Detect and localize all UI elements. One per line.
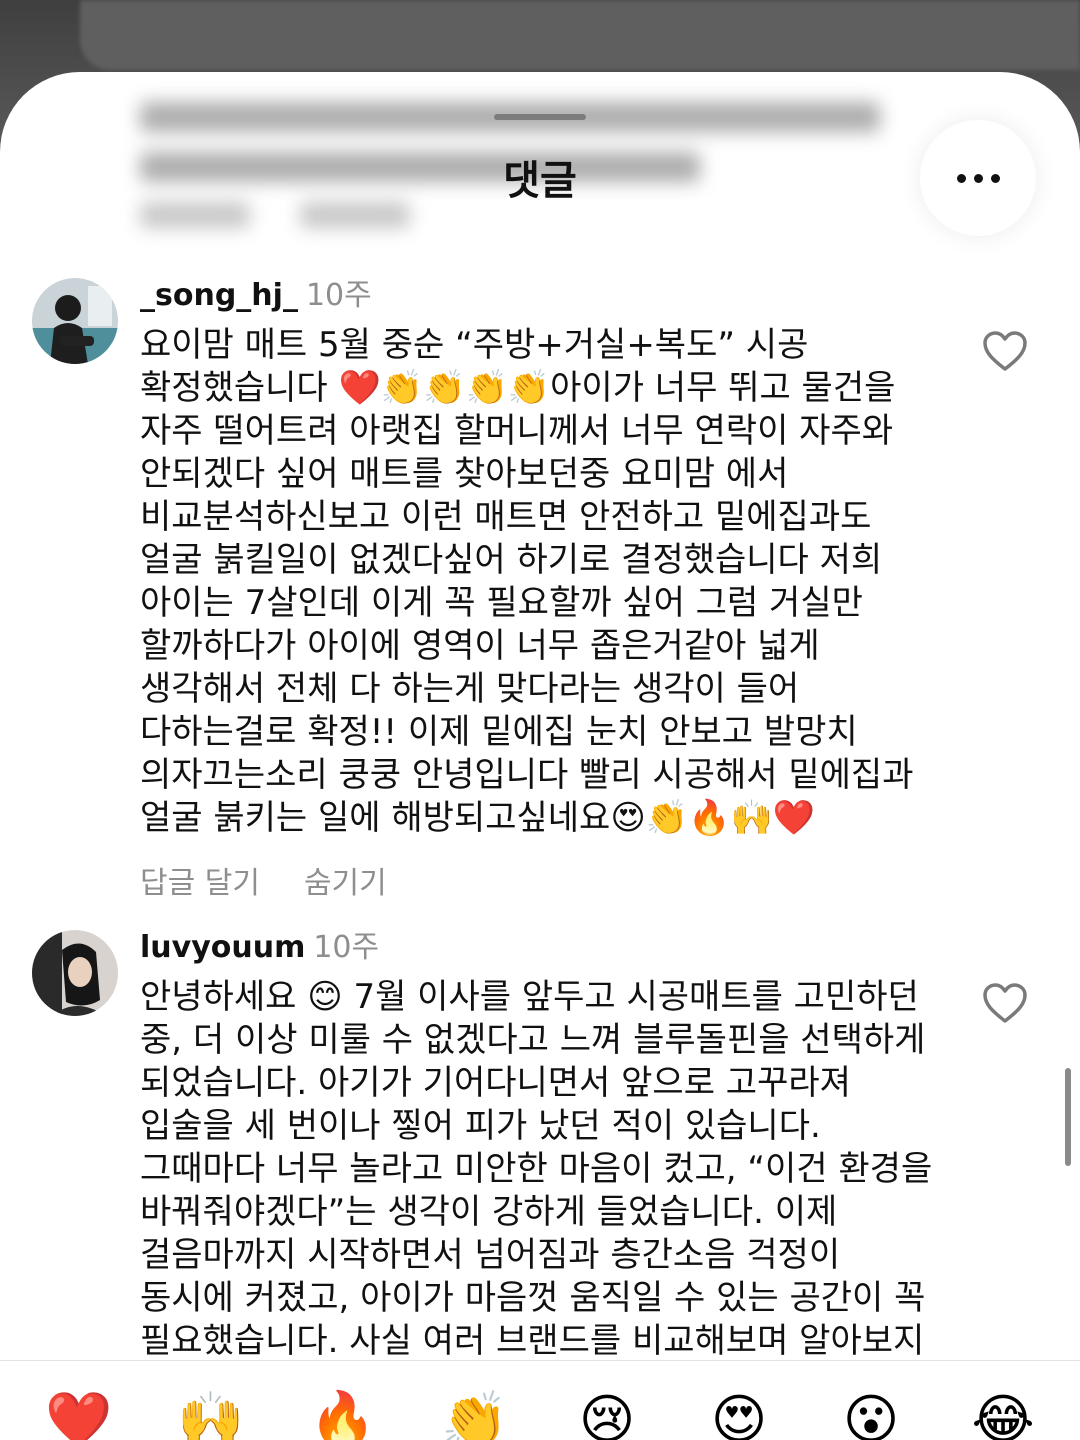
background-shape [80, 0, 1080, 70]
sheet-drag-handle[interactable] [494, 114, 586, 120]
heart-outline-icon [983, 983, 1027, 1023]
emoji-clap-button[interactable]: 👏 [440, 1385, 510, 1440]
comments-sheet: 댓글 _song_hj_ 10주 요이맘 매트 5월 중순 “주방+거실+복도” … [0, 72, 1080, 1440]
more-options-button[interactable] [920, 120, 1036, 236]
more-horizontal-icon [956, 173, 1000, 183]
emoji-crying-button[interactable]: 😢 [572, 1385, 642, 1440]
emoji-heart-button[interactable]: ❤️ [44, 1385, 114, 1440]
emoji-surprised-button[interactable]: 😮 [836, 1385, 906, 1440]
like-button[interactable] [982, 982, 1028, 1024]
hide-button[interactable]: 숨기기 [304, 866, 387, 901]
emoji-raised-hands-button[interactable]: 🙌 [176, 1385, 246, 1440]
emoji-laughing-button[interactable]: 😂 [968, 1385, 1038, 1440]
comment-text: 요이맘 매트 5월 중순 “주방+거실+복도” 시공 확정했습니다 ❤️👏👏👏👏… [140, 325, 925, 838]
reply-button[interactable]: 답글 달기 [140, 866, 260, 901]
emoji-heart-eyes-button[interactable]: 😍 [704, 1385, 774, 1440]
scrollbar[interactable] [1065, 1068, 1071, 1166]
like-button[interactable] [982, 330, 1028, 372]
comment-username[interactable]: _song_hj_ [140, 278, 298, 313]
comment-time: 10주 [313, 930, 380, 965]
avatar[interactable] [32, 930, 118, 1016]
comment-time: 10주 [305, 278, 372, 313]
comment-text: 안녕하세요 😊 7월 이사를 앞두고 시공매트를 고민하던 중, 더 이상 미룰… [140, 977, 944, 1361]
heart-outline-icon [983, 331, 1027, 371]
emoji-fire-button[interactable]: 🔥 [308, 1385, 378, 1440]
comment-username[interactable]: luvyouum [140, 930, 305, 965]
avatar[interactable] [32, 278, 118, 364]
sheet-title: 댓글 [503, 158, 577, 204]
emoji-quick-bar: ❤️ 🙌 🔥 👏 😢 😍 😮 😂 [0, 1360, 1080, 1440]
